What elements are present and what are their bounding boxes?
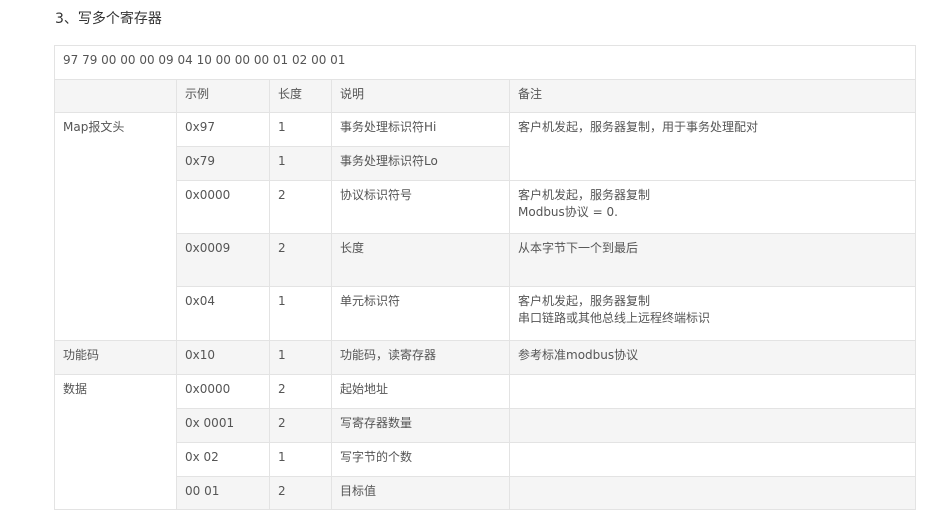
notes-cell [509, 442, 916, 477]
table-row: 0x0000 2 协议标识符号 客户机发起，服务器复制 Modbus协议 = 0… [55, 180, 916, 234]
table-row: 0x 0001 2 写寄存器数量 [55, 408, 916, 443]
description-cell: 事务处理标识符Lo [331, 146, 510, 181]
example-cell: 0x0009 [176, 233, 270, 287]
notes-cell [509, 408, 916, 443]
group-label-map-header: Map报文头 [54, 112, 177, 341]
description-cell: 协议标识符号 [331, 180, 510, 234]
example-cell: 0x04 [176, 286, 270, 341]
notes-line: 客户机发起，服务器复制 [518, 188, 651, 202]
notes-cell: 客户机发起，服务器复制 Modbus协议 = 0. [509, 180, 916, 234]
length-cell: 1 [269, 112, 332, 147]
notes-cell: 从本字节下一个到最后 [509, 233, 916, 287]
group-label-data: 数据 [54, 374, 177, 510]
example-cell: 0x79 [176, 146, 270, 181]
notes-cell [509, 374, 916, 409]
group-label-function-code: 功能码 [54, 340, 177, 375]
header-cell-example: 示例 [176, 79, 270, 113]
header-cell-length: 长度 [269, 79, 332, 113]
table-row: 0x 02 1 写字节的个数 [55, 442, 916, 477]
description-cell: 单元标识符 [331, 286, 510, 341]
length-cell: 2 [269, 476, 332, 510]
notes-cell: 客户机发起，服务器复制，用于事务处理配对 [509, 112, 916, 181]
header-cell-blank [54, 79, 177, 113]
length-cell: 2 [269, 374, 332, 409]
notes-cell: 客户机发起，服务器复制 串口链路或其他总线上远程终端标识 [509, 286, 916, 341]
description-cell: 起始地址 [331, 374, 510, 409]
description-cell: 写寄存器数量 [331, 408, 510, 443]
example-cell: 0x 0001 [176, 408, 270, 443]
table-row: 00 01 2 目标值 [55, 476, 916, 510]
length-cell: 2 [269, 180, 332, 234]
notes-cell: 参考标准modbus协议 [509, 340, 916, 375]
notes-line: Modbus协议 = 0. [518, 205, 618, 219]
table-row: 功能码 0x10 1 功能码，读寄存器 参考标准modbus协议 [54, 340, 916, 375]
example-cell: 0x0000 [176, 374, 270, 409]
length-cell: 1 [269, 146, 332, 181]
description-cell: 事务处理标识符Hi [331, 112, 510, 147]
header-row: 示例 长度 说明 备注 [54, 79, 916, 113]
length-cell: 2 [269, 233, 332, 287]
table-row: 数据 0x0000 2 起始地址 [54, 374, 916, 510]
description-cell: 目标值 [331, 476, 510, 510]
description-cell: 功能码，读寄存器 [331, 340, 510, 375]
notes-line: 客户机发起，服务器复制 [518, 294, 651, 308]
table-row: Map报文头 0x97 1 事务处理标识符Hi 客户机发起，服务器复制，用于事务… [54, 112, 916, 341]
example-cell: 0x 02 [176, 442, 270, 477]
description-cell: 写字节的个数 [331, 442, 510, 477]
header-cell-description: 说明 [331, 79, 510, 113]
table-row: 0x0009 2 长度 从本字节下一个到最后 [55, 233, 916, 287]
section-heading: 3、写多个寄存器 [55, 11, 162, 27]
example-cell: 0x0000 [176, 180, 270, 234]
header-cell-notes: 备注 [509, 79, 916, 113]
length-cell: 1 [269, 340, 332, 375]
table-row: 0x04 1 单元标识符 客户机发起，服务器复制 串口链路或其他总线上远程终端标… [55, 286, 916, 341]
hex-string-cell: 97 79 00 00 00 09 04 10 00 00 00 01 02 0… [54, 45, 916, 80]
description-cell: 长度 [331, 233, 510, 287]
notes-line: 串口链路或其他总线上远程终端标识 [518, 311, 711, 325]
example-cell: 0x97 [176, 112, 270, 147]
length-cell: 2 [269, 408, 332, 443]
length-cell: 1 [269, 442, 332, 477]
hex-string-row: 97 79 00 00 00 09 04 10 00 00 00 01 02 0… [54, 45, 916, 80]
notes-cell [509, 476, 916, 510]
length-cell: 1 [269, 286, 332, 341]
register-table: 97 79 00 00 00 09 04 10 00 00 00 01 02 0… [54, 45, 916, 510]
example-cell: 0x10 [176, 340, 270, 375]
example-cell: 00 01 [176, 476, 270, 510]
